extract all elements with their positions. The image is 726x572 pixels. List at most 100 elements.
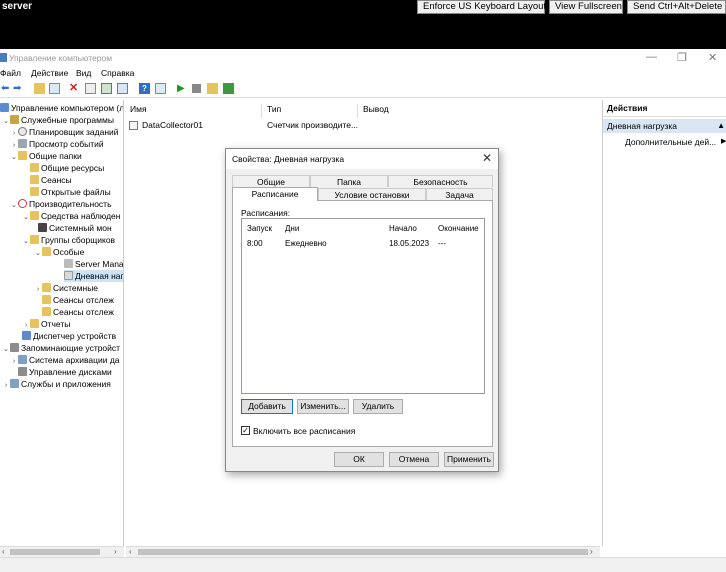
tree-node-reports[interactable]: › Отчеты xyxy=(22,318,70,330)
restore-icon[interactable]: ❐ xyxy=(677,51,687,64)
tab-schedule[interactable]: Расписание xyxy=(232,187,318,201)
tree-node-event-trace-sessions[interactable]: Сеансы отслеж xyxy=(42,294,114,306)
tab-folder[interactable]: Папка xyxy=(310,175,388,187)
edit-button[interactable]: Изменить... xyxy=(297,399,349,414)
scroll-thumb[interactable] xyxy=(10,549,100,555)
scroll-right-icon[interactable]: › xyxy=(590,547,593,556)
tree-node-storage[interactable]: ⌄ Запоминающие устройст xyxy=(2,342,120,354)
column-header-type[interactable]: Тип xyxy=(263,104,358,118)
tree-node-sessions[interactable]: Сеансы xyxy=(30,174,72,186)
start-icon[interactable]: ▶ xyxy=(177,83,188,94)
chevron-right-icon[interactable]: › xyxy=(10,356,18,368)
export-icon[interactable] xyxy=(117,83,128,94)
tree-node-daily-load[interactable]: Дневная наг xyxy=(64,270,123,282)
menu-file[interactable]: Файл xyxy=(0,68,21,78)
tab-task[interactable]: Задача xyxy=(426,188,493,200)
tab-security[interactable]: Безопасность xyxy=(388,175,493,187)
tree-node-shared-folders[interactable]: ⌄ Общие папки xyxy=(10,150,82,162)
apply-button[interactable]: Применить xyxy=(444,452,494,467)
tree-node-computer-management[interactable]: Управление компьютером (л xyxy=(0,102,123,114)
up-folder-icon[interactable] xyxy=(34,83,45,94)
back-icon[interactable]: ⬅ xyxy=(1,83,12,94)
tree-node-collector-sets[interactable]: ⌄ Группы сборщиков xyxy=(22,234,115,246)
add-button[interactable]: Добавить xyxy=(241,399,293,414)
column-header-name[interactable]: Имя xyxy=(126,104,262,118)
chevron-down-icon[interactable]: ⌄ xyxy=(22,236,30,248)
status-bar xyxy=(0,557,726,572)
event-log-icon xyxy=(18,139,27,148)
tree-node-event-viewer[interactable]: › Просмотр событий xyxy=(10,138,104,150)
chevron-down-icon[interactable]: ⌄ xyxy=(22,212,30,224)
view-fullscreen-button[interactable]: View Fullscreen xyxy=(549,0,623,14)
tree-node-device-manager[interactable]: Диспетчер устройств xyxy=(22,330,116,342)
chevron-down-icon[interactable]: ⌄ xyxy=(10,200,18,212)
chevron-down-icon[interactable]: ⌄ xyxy=(2,116,10,128)
stop-icon[interactable] xyxy=(192,84,201,93)
tree-node-disk-management[interactable]: Управление дисками xyxy=(18,366,112,378)
chevron-right-icon[interactable]: › xyxy=(2,380,10,392)
chevron-down-icon[interactable]: ⌄ xyxy=(34,248,42,260)
latest-report-icon[interactable] xyxy=(223,83,234,94)
scroll-left-icon[interactable]: ‹ xyxy=(2,547,5,556)
more-actions-link[interactable]: Дополнительные дей... ▶ xyxy=(625,137,726,147)
send-ctrl-alt-del-button[interactable]: Send Ctrl+Alt+Delete xyxy=(627,0,726,14)
column-header-days[interactable]: Дни xyxy=(285,224,299,233)
enable-all-checkbox[interactable]: ✓ xyxy=(241,426,250,435)
tree-node-performance-monitor[interactable]: Системный мон xyxy=(38,222,112,234)
chevron-down-icon[interactable]: ⌄ xyxy=(10,152,18,164)
menu-action[interactable]: Действие xyxy=(31,68,68,78)
menu-view[interactable]: Вид xyxy=(76,68,91,78)
tree-hscrollbar[interactable]: ‹ › xyxy=(0,546,124,557)
scroll-thumb[interactable] xyxy=(138,549,588,555)
chevron-down-icon[interactable]: ⌄ xyxy=(2,344,10,356)
ok-button[interactable]: ОК xyxy=(334,452,384,467)
table-row[interactable]: DataCollector01 Счетчик производите... xyxy=(129,120,599,132)
properties-icon[interactable] xyxy=(85,83,96,94)
chevron-right-icon[interactable]: › xyxy=(34,284,42,296)
enforce-keyboard-button[interactable]: Enforce US Keyboard Layout xyxy=(417,0,546,14)
scroll-right-icon[interactable]: › xyxy=(114,547,117,556)
schedules-list[interactable]: Запуск Дни Начало Окончание 8:00 Ежеднев… xyxy=(241,218,485,394)
menu-help[interactable]: Справка xyxy=(101,68,134,78)
column-header-begin[interactable]: Начало xyxy=(389,224,417,233)
actions-section-daily-load[interactable]: Дневная нагрузка ▲ xyxy=(603,119,726,133)
scroll-left-icon[interactable]: ‹ xyxy=(129,547,132,556)
refresh-icon[interactable] xyxy=(101,83,112,94)
forward-icon[interactable]: ➡ xyxy=(13,83,24,94)
schedule-begin: 18.05.2023 xyxy=(389,239,430,248)
details-hscrollbar[interactable]: ‹ › xyxy=(126,546,600,557)
show-action-pane-icon[interactable] xyxy=(155,83,166,94)
tools-icon xyxy=(10,115,19,124)
show-tree-icon[interactable] xyxy=(49,83,60,94)
tree-node-startup-trace-sessions[interactable]: Сеансы отслеж xyxy=(42,306,114,318)
schedule-end: --- xyxy=(438,239,446,248)
tree-node-server-manager[interactable]: Server Manac xyxy=(64,258,123,270)
tree-node-system-sets[interactable]: › Системные xyxy=(34,282,98,294)
tab-stop-condition[interactable]: Условие остановки xyxy=(318,188,426,200)
tree-node-backup[interactable]: › Система архивации да xyxy=(10,354,120,366)
delete-button[interactable]: Удалить xyxy=(353,399,403,414)
tree-node-user-defined[interactable]: ⌄ Особые xyxy=(34,246,84,258)
minimize-icon[interactable]: — xyxy=(646,51,657,63)
tree-node-task-scheduler[interactable]: › Планировщик заданий xyxy=(10,126,119,138)
tab-general[interactable]: Общие xyxy=(232,175,310,187)
close-icon[interactable]: ✕ xyxy=(708,51,717,64)
column-header-output[interactable]: Вывод xyxy=(359,104,479,118)
cancel-button[interactable]: Отмена xyxy=(389,452,439,467)
tree-node-system-tools[interactable]: ⌄ Служебные программы xyxy=(2,114,114,126)
monitor-icon xyxy=(38,223,47,232)
list-item[interactable]: 8:00 Ежедневно 18.05.2023 --- xyxy=(242,237,484,249)
folder-icon xyxy=(30,319,39,328)
tree-node-performance[interactable]: ⌄ Производительность xyxy=(10,198,112,210)
column-header-end[interactable]: Окончание xyxy=(438,224,479,233)
new-collector-icon[interactable] xyxy=(207,83,218,94)
delete-icon[interactable]: ✕ xyxy=(69,83,80,94)
column-header-start[interactable]: Запуск xyxy=(247,224,272,233)
tree-node-open-files[interactable]: Открытые файлы xyxy=(30,186,111,198)
dialog-close-icon[interactable]: ✕ xyxy=(482,151,492,165)
tree-node-monitoring-tools[interactable]: ⌄ Средства наблюден xyxy=(22,210,120,222)
collapse-up-icon[interactable]: ▲ xyxy=(717,119,725,133)
help-icon[interactable]: ? xyxy=(139,83,150,94)
tree-node-services-apps[interactable]: › Службы и приложения xyxy=(2,378,111,390)
tree-node-shares[interactable]: Общие ресурсы xyxy=(30,162,104,174)
